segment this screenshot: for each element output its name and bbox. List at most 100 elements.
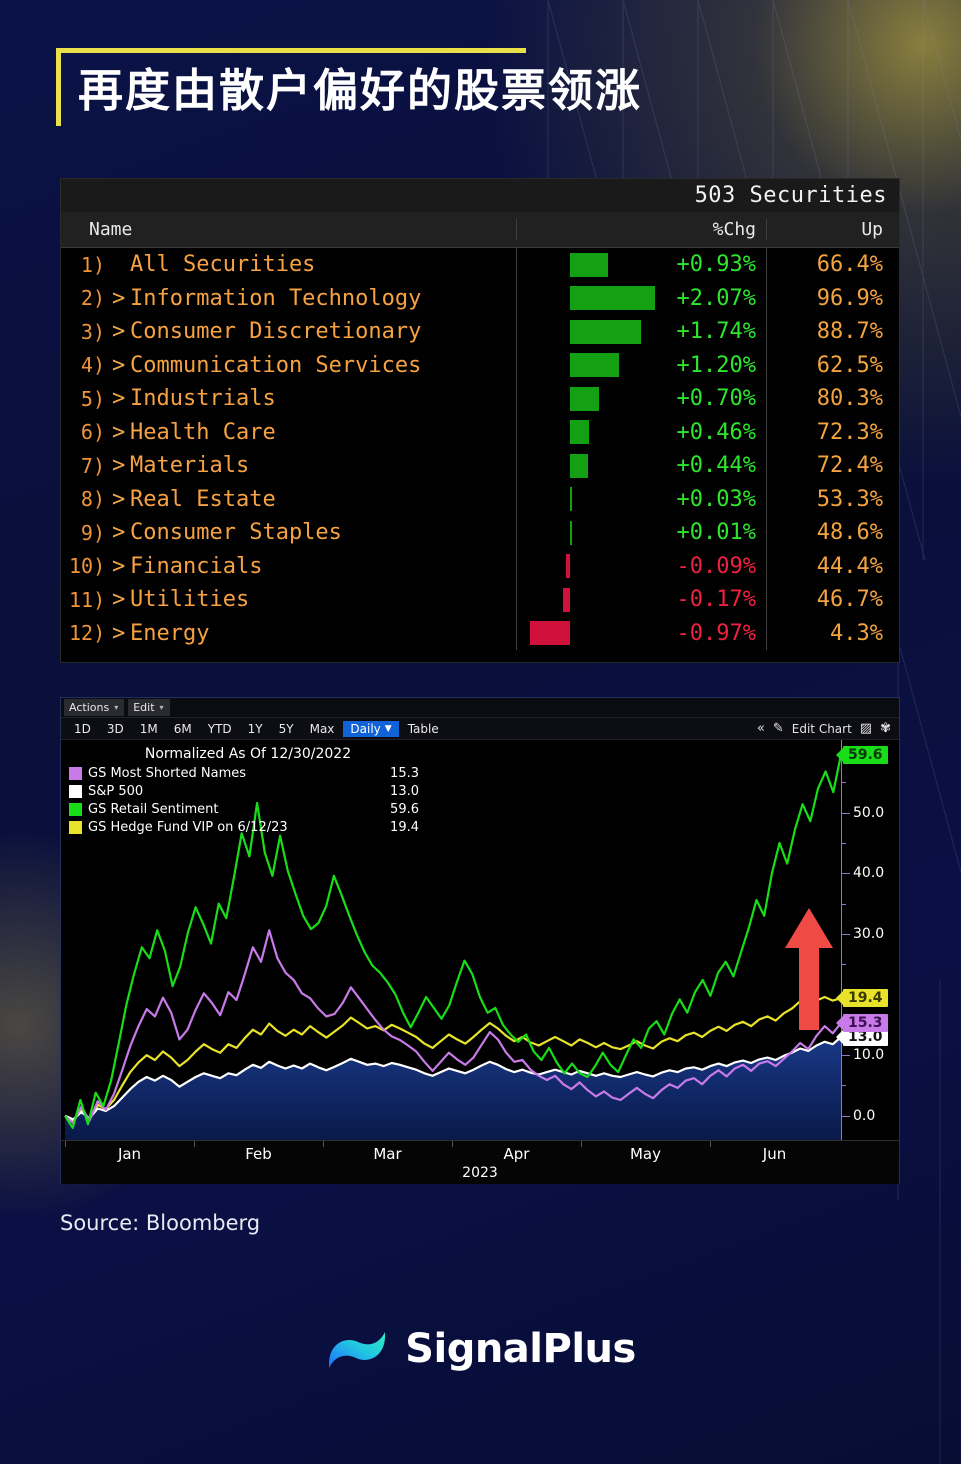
edit-chart-button[interactable]: Edit Chart: [792, 722, 852, 736]
range-button-table[interactable]: Table: [401, 721, 446, 737]
expand-arrow-icon[interactable]: >: [112, 520, 130, 545]
row-name-cell[interactable]: 4) > Communication Services: [61, 353, 516, 378]
expand-arrow-icon[interactable]: >: [112, 353, 130, 378]
pencil-icon[interactable]: ✎: [773, 721, 784, 736]
legend-item[interactable]: GS Hedge Fund VIP on 6/12/23 19.4: [69, 818, 419, 836]
x-axis-tick-mark: [452, 1141, 453, 1147]
x-axis-tick-label: Apr: [503, 1145, 530, 1163]
chart-legend: Normalized As Of 12/30/2022 GS Most Shor…: [69, 746, 419, 836]
tag-caret: [836, 990, 844, 1007]
legend-item[interactable]: GS Retail Sentiment 59.6: [69, 800, 419, 818]
table-row[interactable]: 7) > Materials +0.44% 72.4%: [61, 449, 899, 483]
expand-arrow-icon[interactable]: >: [112, 587, 130, 612]
chart-plot-area[interactable]: Normalized As Of 12/30/2022 GS Most Shor…: [61, 740, 899, 1140]
table-row[interactable]: 3) > Consumer Discretionary +1.74% 88.7%: [61, 315, 899, 349]
column-header-up[interactable]: Up: [766, 219, 899, 240]
row-bar-cell: +2.07%: [516, 281, 766, 315]
menu-label: Edit: [133, 701, 155, 714]
chevron-down-icon: ▾: [114, 703, 119, 712]
row-bar-cell: +0.70%: [516, 382, 766, 416]
row-name-cell[interactable]: 11) > Utilities: [61, 587, 516, 612]
row-name-cell[interactable]: 10) > Financials: [61, 554, 516, 579]
expand-arrow-icon[interactable]: >: [112, 453, 130, 478]
range-button-ytd[interactable]: YTD: [201, 721, 239, 737]
row-index: 3): [80, 319, 105, 344]
row-bar-cell: +1.74%: [516, 315, 766, 349]
x-axis-tick-label: Feb: [245, 1145, 272, 1163]
table-row[interactable]: 9) > Consumer Staples +0.01% 48.6%: [61, 516, 899, 550]
expand-arrow-icon[interactable]: >: [112, 621, 130, 646]
chart-type-icon[interactable]: ▨: [860, 721, 872, 736]
table-row[interactable]: 4) > Communication Services +1.20% 62.5%: [61, 348, 899, 382]
row-name-cell[interactable]: 2) > Information Technology: [61, 286, 516, 311]
row-name-cell[interactable]: 3) > Consumer Discretionary: [61, 319, 516, 344]
row-name-cell[interactable]: 1) All Securities: [61, 252, 516, 277]
row-name-cell[interactable]: 6) > Health Care: [61, 420, 516, 445]
table-row[interactable]: 6) > Health Care +0.46% 72.3%: [61, 415, 899, 449]
row-name-cell[interactable]: 12) > Energy: [61, 621, 516, 646]
table-row[interactable]: 8) > Real Estate +0.03% 53.3%: [61, 482, 899, 516]
row-up-percent: 46.7%: [766, 583, 899, 617]
gear-icon[interactable]: ✾: [880, 721, 891, 736]
range-button-1d[interactable]: 1D: [67, 721, 98, 737]
securities-count-bar: 503 Securities: [61, 179, 899, 212]
row-label: Energy: [130, 620, 210, 646]
range-button-5y[interactable]: 5Y: [272, 721, 301, 737]
expand-arrow-icon[interactable]: >: [112, 286, 130, 311]
row-name-cell[interactable]: 9) > Consumer Staples: [61, 520, 516, 545]
range-button-1m[interactable]: 1M: [133, 721, 165, 737]
range-button-3d[interactable]: 3D: [100, 721, 131, 737]
y-axis-value-tag: 59.6: [836, 745, 888, 764]
table-row[interactable]: 2) > Information Technology +2.07% 96.9%: [61, 281, 899, 315]
expand-arrow-icon[interactable]: >: [112, 554, 130, 579]
row-up-percent: 53.3%: [766, 482, 899, 516]
table-row[interactable]: 12) > Energy -0.97% 4.3%: [61, 616, 899, 650]
row-change-value: +1.20%: [676, 352, 756, 378]
table-row[interactable]: 10) > Financials -0.09% 44.4%: [61, 549, 899, 583]
legend-color-swatch: [69, 766, 82, 780]
column-header-name[interactable]: Name: [61, 219, 516, 240]
signalplus-mark-icon: [329, 1332, 386, 1368]
y-axis: 0.0 10.0 30.0 40.0 50.0 13.0 15.3 19.4 59.6: [836, 740, 899, 1140]
row-label: Consumer Staples: [130, 520, 342, 546]
range-button-max[interactable]: Max: [303, 721, 342, 737]
row-index: 12): [69, 621, 106, 646]
menu-edit[interactable]: Edit ▾: [128, 699, 170, 716]
row-name-cell[interactable]: 8) > Real Estate: [61, 487, 516, 512]
row-index: 9): [80, 520, 105, 545]
column-header-chg[interactable]: %Chg: [516, 219, 766, 240]
brand-logo: SignalPlus: [0, 1320, 961, 1378]
legend-item[interactable]: GS Most Shorted Names 15.3: [69, 764, 419, 782]
expand-arrow-icon[interactable]: >: [112, 319, 130, 344]
row-name-cell[interactable]: 5) > Industrials: [61, 386, 516, 411]
tag-caret: [836, 1015, 844, 1032]
expand-arrow-icon[interactable]: >: [112, 420, 130, 445]
collapse-icon[interactable]: «: [757, 721, 765, 736]
securities-count-label: 503 Securities: [694, 183, 887, 208]
range-button-daily[interactable]: Daily ▼: [343, 720, 399, 737]
legend-series-name: GS Most Shorted Names: [88, 765, 247, 781]
table-row[interactable]: 5) > Industrials +0.70% 80.3%: [61, 382, 899, 416]
menu-label: Actions: [69, 701, 110, 714]
y-axis-tick-label: 30.0: [841, 925, 885, 942]
bloomberg-chart-panel: Actions ▾ Edit ▾ 1D 3D 1M 6M YTD 1Y 5Y Max Daily ▼ Ta…: [60, 697, 900, 1184]
legend-item[interactable]: S&P 500 13.0: [69, 782, 419, 800]
table-row[interactable]: 11) > Utilities -0.17% 46.7%: [61, 583, 899, 617]
row-name-cell[interactable]: 7) > Materials: [61, 453, 516, 478]
y-axis-tick-label: 10.0: [841, 1047, 885, 1064]
legend-series-name: GS Hedge Fund VIP on 6/12/23: [88, 819, 288, 835]
tag-caret: [836, 746, 844, 763]
row-label: Materials: [130, 453, 250, 479]
y-axis-minor-tick: [841, 903, 846, 905]
range-button-6m[interactable]: 6M: [167, 721, 199, 737]
expand-arrow-icon[interactable]: >: [112, 386, 130, 411]
table-row[interactable]: 1) All Securities +0.93% 66.4%: [61, 248, 899, 282]
row-change-bar: [566, 554, 570, 579]
menu-actions[interactable]: Actions ▾: [64, 699, 125, 716]
range-button-1y[interactable]: 1Y: [241, 721, 270, 737]
table-header-row: Name %Chg Up: [61, 212, 899, 248]
expand-arrow-icon[interactable]: >: [112, 487, 130, 512]
row-change-value: +0.01%: [676, 520, 756, 546]
row-change-value: +0.93%: [676, 252, 756, 278]
row-label: Real Estate: [130, 486, 276, 512]
